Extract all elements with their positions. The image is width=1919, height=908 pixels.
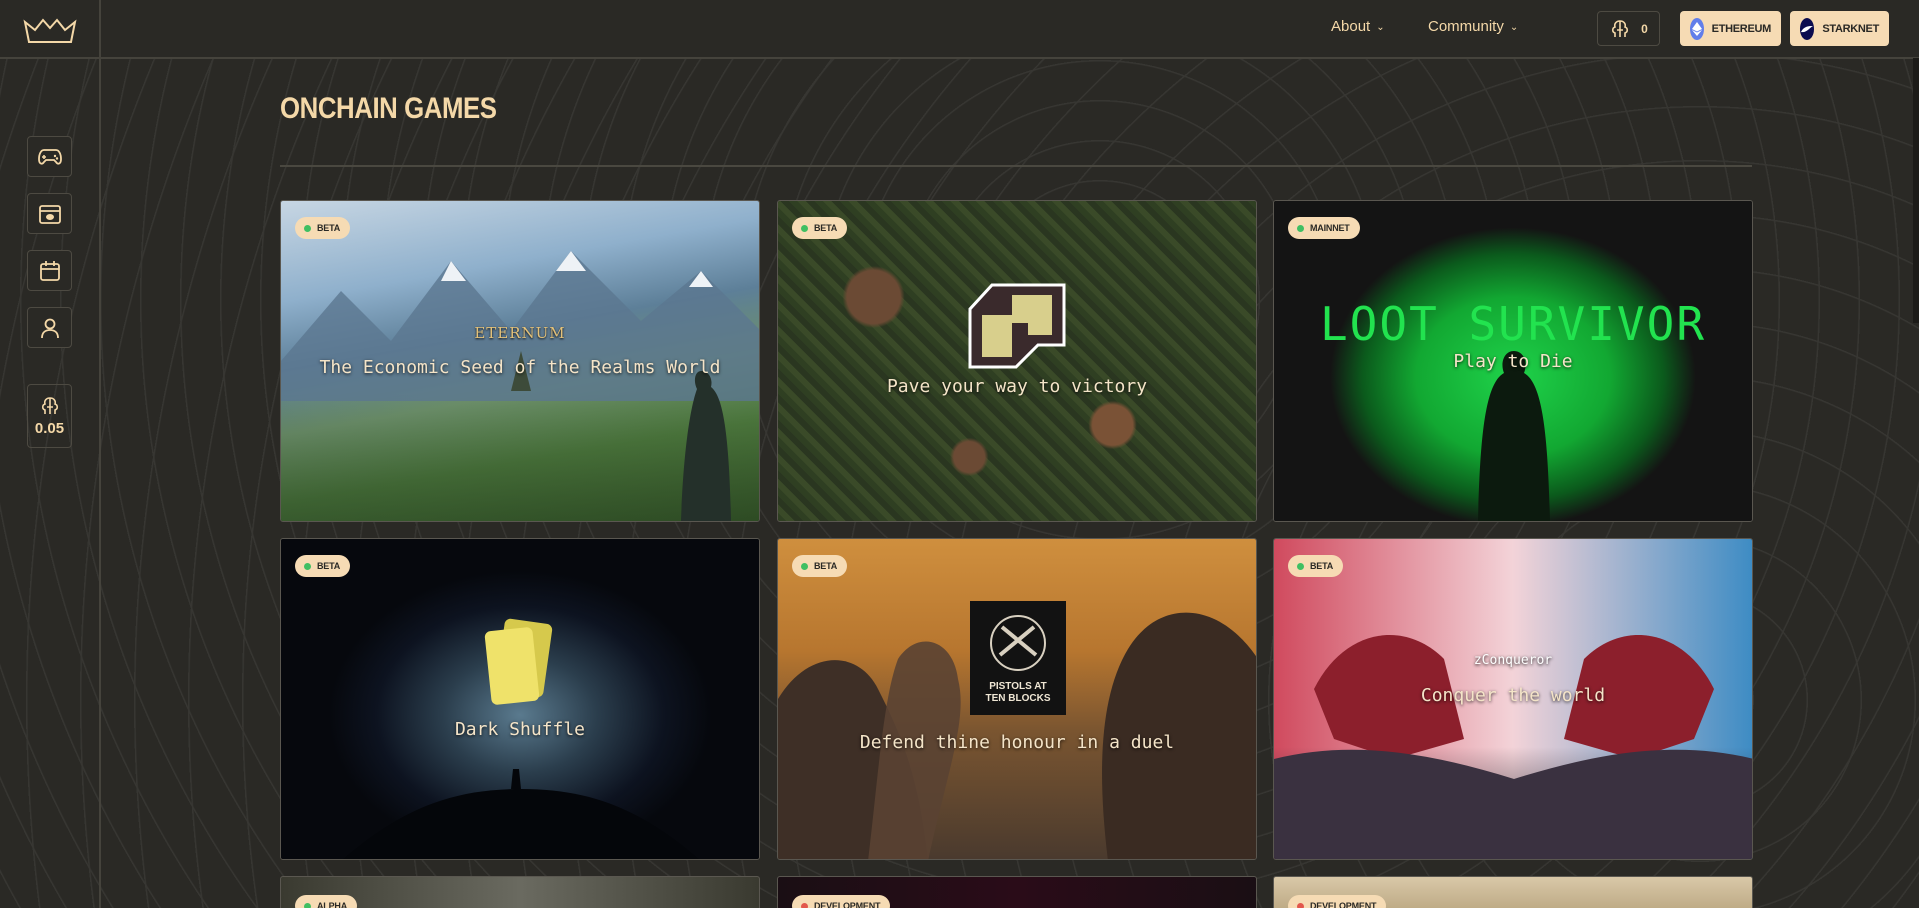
game-card-pistols[interactable]: PISTOLS AT TEN BLOCKS BETA Defend thine … <box>777 538 1257 860</box>
lords-balance-value: 0 <box>1641 21 1648 36</box>
hill-silhouette <box>343 769 699 859</box>
status-badge: DEVELOPMENT <box>1288 895 1387 908</box>
starknet-wallet-button[interactable]: STARKNET <box>1790 11 1889 46</box>
sidebar-lords-price[interactable]: 0.05 <box>27 384 72 448</box>
game-tagline: Play to Die <box>1453 351 1573 372</box>
divider <box>280 165 1752 167</box>
game-logo: ETERNUM <box>474 324 566 342</box>
lords-icon <box>41 396 58 414</box>
lords-price-value: 0.05 <box>34 419 65 437</box>
game-tagline: Conquer the world <box>1420 685 1606 706</box>
ethereum-icon <box>1690 17 1704 40</box>
nav-about[interactable]: About ⌄ <box>1331 18 1385 35</box>
calendar-icon <box>39 260 60 281</box>
starknet-label: STARKNET <box>1822 22 1879 35</box>
gamepad-icon <box>37 148 62 165</box>
nav-community-label: Community <box>1428 18 1504 35</box>
game-tagline: Dark Shuffle <box>454 719 586 740</box>
crossed-pistols-icon <box>990 615 1046 671</box>
game-card-pave[interactable]: BETA Pave your way to victory <box>777 200 1257 522</box>
lords-balance[interactable]: 0 <box>1597 11 1660 46</box>
status-badge: BETA <box>792 555 848 577</box>
sidebar-item-collectibles[interactable] <box>27 193 72 234</box>
warrior-silhouette <box>681 371 731 521</box>
game-logo: LOOT SURVIVOR <box>1319 297 1707 351</box>
chevron-down-icon: ⌄ <box>1376 22 1385 33</box>
game-card-loot-survivor[interactable]: MAINNET LOOT SURVIVOR Play to Die <box>1273 200 1753 522</box>
page-title: ONCHAIN GAMES <box>280 92 497 125</box>
game-tagline: Defend thine honour in a duel <box>859 732 1175 753</box>
nav-community[interactable]: Community ⌄ <box>1428 18 1518 35</box>
ethereum-label: ETHEREUM <box>1711 22 1772 35</box>
game-card-eternum[interactable]: BETA ETERNUM The Economic Seed of the Re… <box>280 200 760 522</box>
status-badge: MAINNET <box>1288 217 1360 239</box>
lords-icon <box>1612 19 1629 37</box>
chest-icon <box>38 204 61 224</box>
game-logo: zConqueror <box>1473 653 1553 668</box>
pave-logo <box>968 283 1066 369</box>
status-badge: ALPHA <box>295 895 357 908</box>
cards-icon <box>484 618 553 705</box>
game-card-dark-shuffle[interactable]: BETA Dark Shuffle <box>280 538 760 860</box>
game-card-zconqueror[interactable]: BETA zConqueror Conquer the world <box>1273 538 1753 860</box>
game-card-partial[interactable]: DEVELOPMENT <box>1273 876 1753 908</box>
status-badge: BETA <box>295 217 351 239</box>
game-card-partial[interactable]: ALPHA <box>280 876 760 908</box>
top-bar: About ⌄ Community ⌄ 0 ETHEREUM STARKNET <box>0 0 1919 59</box>
sidebar-item-games[interactable] <box>27 136 72 177</box>
status-badge: BETA <box>295 555 351 577</box>
pistols-logo-box: PISTOLS AT TEN BLOCKS <box>970 601 1066 715</box>
game-card-partial[interactable]: DEVELOPMENT <box>777 876 1257 908</box>
starknet-icon <box>1800 17 1815 40</box>
sidebar-item-events[interactable] <box>27 250 72 291</box>
sidebar-item-account[interactable] <box>27 307 72 348</box>
game-tagline: The Economic Seed of the Realms World <box>319 357 721 378</box>
chevron-down-icon: ⌄ <box>1509 22 1519 33</box>
scrollbar-thumb[interactable] <box>1913 58 1919 323</box>
status-badge: DEVELOPMENT <box>792 895 891 908</box>
ethereum-wallet-button[interactable]: ETHEREUM <box>1680 11 1781 46</box>
status-badge: BETA <box>1288 555 1344 577</box>
crown-icon <box>22 17 77 43</box>
realms-logo[interactable] <box>0 0 101 59</box>
user-icon <box>40 318 59 338</box>
nav-about-label: About <box>1331 18 1371 35</box>
game-logo: PISTOLS AT TEN BLOCKS <box>985 681 1051 704</box>
game-tagline: Pave your way to victory <box>886 376 1148 397</box>
sidebar: 0.05 <box>0 59 101 908</box>
status-badge: BETA <box>792 217 848 239</box>
